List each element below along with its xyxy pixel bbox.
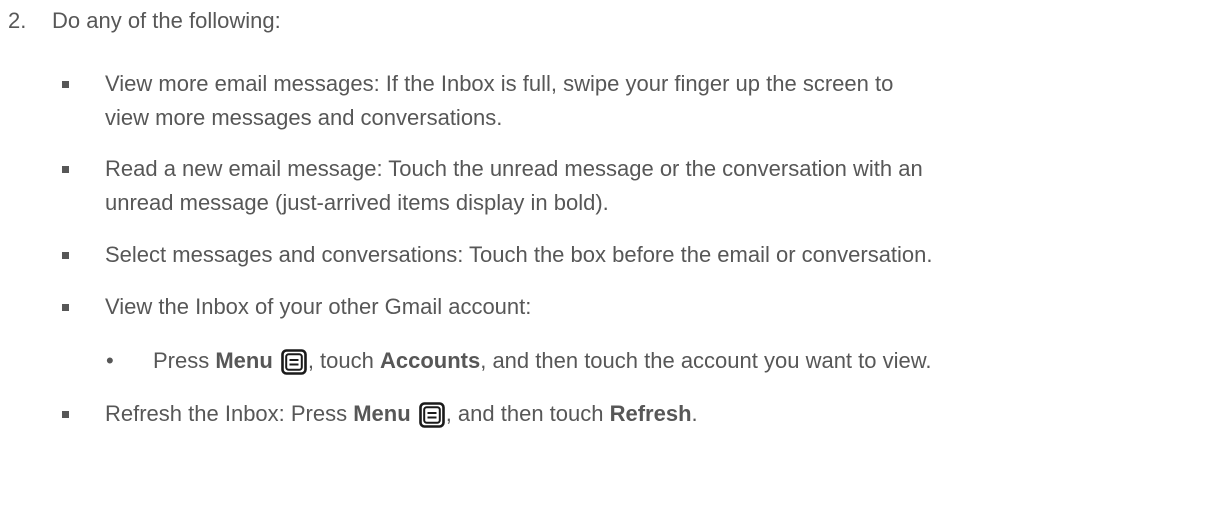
list-item-line: Select messages and conversations: Touch… — [105, 242, 933, 267]
list-item: Read a new email message: Touch the unre… — [62, 152, 1222, 220]
list-item-line: unread message (just-arrived items displ… — [105, 190, 609, 215]
list-item-line: Read a new email message: Touch the unre… — [105, 156, 923, 181]
last-item-text: Refresh the Inbox: Press — [105, 401, 354, 426]
dot-bullet-icon: • — [106, 348, 114, 373]
sub-item-text: , and then touch the account you want to… — [480, 348, 932, 373]
square-bullet-icon — [62, 411, 69, 418]
list-item: View the Inbox of your other Gmail accou… — [62, 290, 1222, 324]
sub-item-text: , touch — [307, 348, 380, 373]
last-item-text: . — [691, 401, 698, 426]
sub-list-item: • Press Menu , touch Accounts, and then to… — [106, 344, 1222, 378]
list-item: View more email messages: If the Inbox i… — [62, 67, 1222, 135]
list-item: Select messages and conversations: Touch… — [62, 238, 1222, 272]
refresh-label: Refresh — [609, 401, 692, 426]
menu-key-icon — [418, 402, 445, 428]
step-number: 2. — [8, 8, 27, 33]
square-bullet-icon — [62, 166, 69, 173]
square-bullet-icon — [62, 81, 69, 88]
menu-key-icon — [281, 349, 307, 375]
instruction-page: 2. Do any of the following: View more ema… — [0, 0, 1227, 516]
list-item: Refresh the Inbox: Press Menu , and then … — [62, 397, 1222, 431]
square-bullet-icon — [62, 252, 69, 259]
sub-item-text: Press — [153, 348, 216, 373]
step-text: Do any of the following: — [52, 8, 281, 33]
list-item-line: View the Inbox of your other Gmail accou… — [105, 294, 532, 319]
last-item-text: , and then touch — [445, 401, 610, 426]
list-item-line: Refresh the Inbox: Press Menu , and then … — [105, 397, 1222, 431]
menu-label: Menu — [353, 401, 411, 426]
step-heading: 2. Do any of the following: — [8, 4, 281, 38]
square-bullet-icon — [62, 304, 69, 311]
list-item-line: view more messages and conversations. — [105, 105, 503, 130]
menu-label: Menu — [215, 348, 273, 373]
list-item-line: View more email messages: If the Inbox i… — [105, 71, 894, 96]
accounts-label: Accounts — [379, 348, 481, 373]
